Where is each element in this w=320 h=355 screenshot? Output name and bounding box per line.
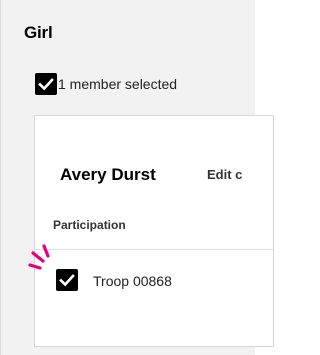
select-all-checkbox[interactable] [35, 73, 57, 95]
check-icon [59, 274, 75, 287]
edit-link[interactable]: Edit c [207, 167, 242, 182]
divider [35, 249, 273, 250]
troop-checkbox[interactable] [56, 269, 78, 291]
girl-section-panel: Girl 1 member selected Avery Durst Edit … [0, 0, 274, 355]
member-card: Avery Durst Edit c Participation Troop 0… [34, 115, 274, 347]
selection-count-text: 1 member selected [58, 76, 178, 92]
section-title: Girl [24, 23, 53, 42]
member-name: Avery Durst [60, 165, 156, 184]
troop-label: Troop 00868 [93, 273, 172, 289]
sparkle-icon [28, 244, 50, 270]
check-icon [38, 78, 54, 91]
participation-label: Participation [53, 218, 126, 232]
